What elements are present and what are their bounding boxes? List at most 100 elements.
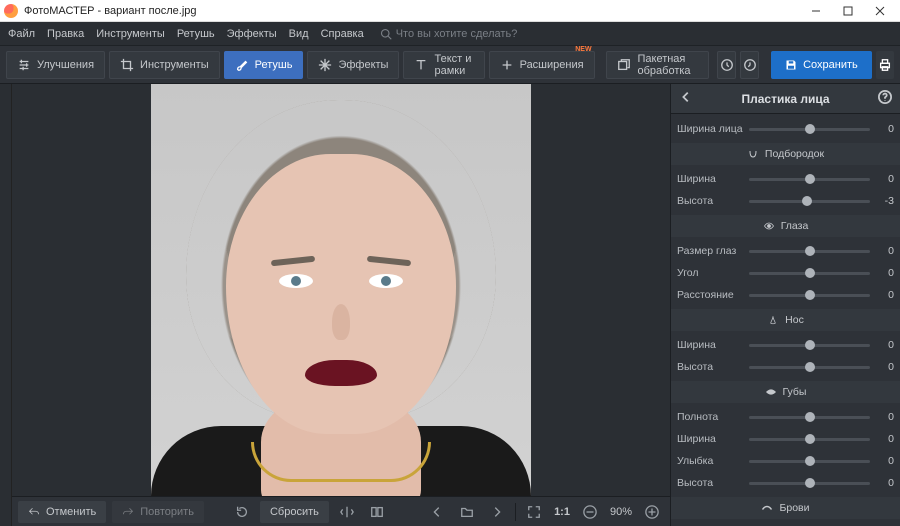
slider-track[interactable] [749,416,870,419]
left-edge[interactable] [0,84,12,526]
slider-label: Полнота [677,411,743,423]
window-title: ФотоМАСТЕР - вариант после.jpg [24,5,197,17]
plus-icon [500,58,514,72]
menu-effects[interactable]: Эффекты [227,28,277,40]
slider-value: 0 [876,173,894,185]
undo-icon [28,506,40,518]
compare-icon[interactable] [365,501,389,523]
slider-track[interactable] [749,344,870,347]
slider-Улыбка: Улыбка 0 [677,450,894,472]
history-right-button[interactable] [740,51,759,79]
zoom-in-icon[interactable] [640,501,664,523]
slider-track[interactable] [749,128,870,131]
canvas-area: Отменить Повторить Сбросить 1:1 90% [12,84,670,526]
stack-icon [617,58,631,72]
slider-label: Размер глаз [677,245,743,257]
section-head-chin: Подбородок [671,143,900,165]
slider-label: Ширина лица [677,123,743,135]
slider-track[interactable] [749,366,870,369]
slider-Толщина: Толщина0 [677,522,894,526]
canvas-view[interactable] [12,84,670,496]
zoom-ratio[interactable]: 1:1 [552,506,572,518]
tab-extensions[interactable]: РасширенияNEW [489,51,595,79]
menu-view[interactable]: Вид [289,28,309,40]
slider-Высота: Высота 0 [677,356,894,378]
folder-icon[interactable] [455,501,479,523]
slider-label: Высота [677,195,743,207]
redo-icon [122,506,134,518]
reset-icon-button[interactable] [230,501,254,523]
redo-button[interactable]: Повторить [112,501,204,523]
maximize-button[interactable] [832,0,864,21]
slider-value: 0 [876,361,894,373]
panel-title: Пластика лица [741,92,829,106]
slider-track[interactable] [749,482,870,485]
panel-body[interactable]: Ширина лица 0 Подбородок Ширина0 Высота -3 Гла… [671,114,900,526]
main-area: Отменить Повторить Сбросить 1:1 90% Плас… [0,84,900,526]
menu-bar: Файл Правка Инструменты Ретушь Эффекты В… [0,22,900,46]
slider-track[interactable] [749,460,870,463]
nav-next-icon[interactable] [485,501,509,523]
section-head-nose: Нос [671,309,900,331]
slider-label: Улыбка [677,455,743,467]
panel-back-button[interactable] [679,90,693,107]
slider-Ширина: Ширина0 [677,334,894,356]
search-box[interactable]: Что вы хотите сделать? [380,28,518,40]
print-button[interactable] [876,51,894,79]
zoom-value: 90% [608,506,634,518]
history-left-button[interactable] [717,51,736,79]
sliders-icon [17,58,31,72]
slider-track[interactable] [749,438,870,441]
batch-button[interactable]: Пакетная обработка [606,51,709,79]
tab-retouch[interactable]: Ретушь [224,51,304,79]
menu-file[interactable]: Файл [8,28,35,40]
menu-tools[interactable]: Инструменты [96,28,165,40]
menu-help[interactable]: Справка [321,28,364,40]
minimize-button[interactable] [800,0,832,21]
slider-track[interactable] [749,294,870,297]
brush-icon [235,58,249,72]
slider-value: 0 [876,411,894,423]
text-icon [414,58,428,72]
panel-help-button[interactable] [878,90,892,107]
search-icon [380,28,392,40]
slider-Ширина: Ширина0 [677,168,894,190]
slider-label: Угол [677,267,743,279]
slider-track[interactable] [749,272,870,275]
close-button[interactable] [864,0,896,21]
slider-track[interactable] [749,178,870,181]
flip-h-icon[interactable] [335,501,359,523]
slider-value: 0 [876,339,894,351]
save-button[interactable]: Сохранить [771,51,872,79]
section-head-brow: Брови [671,497,900,519]
tab-text[interactable]: Текст и рамки [403,51,484,79]
menu-retouch[interactable]: Ретушь [177,28,215,40]
fit-icon[interactable] [522,501,546,523]
slider-value: 0 [876,267,894,279]
slider-Размер глаз: Размер глаз0 [677,240,894,262]
section-head-eye: Глаза [671,215,900,237]
slider-label: Высота [677,361,743,373]
nav-prev-icon[interactable] [425,501,449,523]
zoom-out-icon[interactable] [578,501,602,523]
menu-edit[interactable]: Правка [47,28,84,40]
slider-value: 0 [876,289,894,301]
tab-enhance[interactable]: Улучшения [6,51,105,79]
slider-track[interactable] [749,250,870,253]
slider-label: Расстояние [677,289,743,301]
slider-value: 0 [876,455,894,467]
title-bar: ФотоМАСТЕР - вариант после.jpg [0,0,900,22]
slider-value: -3 [876,195,894,207]
tab-tools[interactable]: Инструменты [109,51,220,79]
tab-effects[interactable]: Эффекты [307,51,399,79]
slider-track[interactable] [749,200,870,203]
new-badge: NEW [575,46,591,53]
slider-Ширина: Ширина0 [677,428,894,450]
undo-button[interactable]: Отменить [18,501,106,523]
slider-Расстояние: Расстояние 0 [677,284,894,306]
app-icon [4,4,18,18]
crop-icon [120,58,134,72]
reset-button[interactable]: Сбросить [260,501,329,523]
sparkle-icon [318,58,332,72]
bottom-bar: Отменить Повторить Сбросить 1:1 90% [12,496,670,526]
